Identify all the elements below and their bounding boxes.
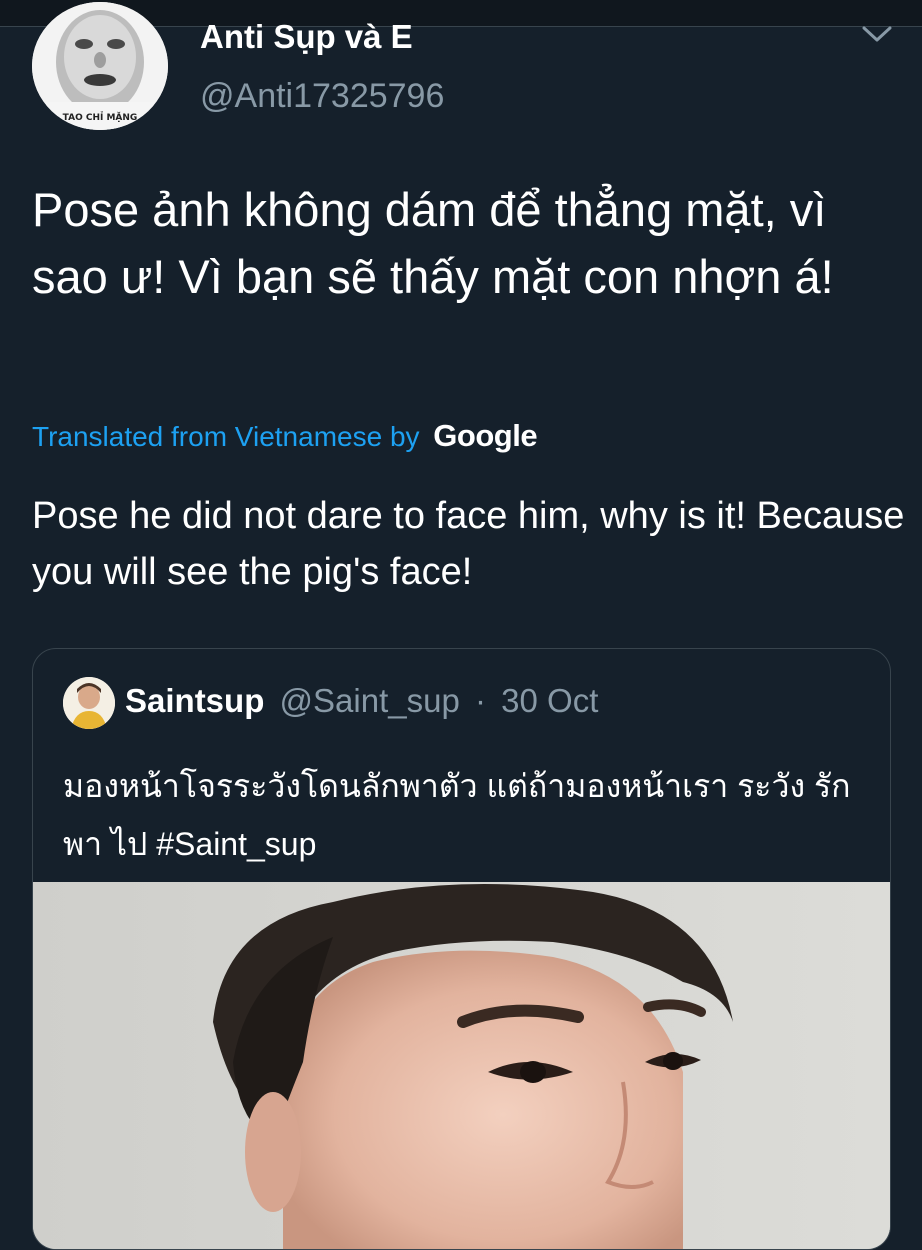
chevron-down-icon[interactable] [860,22,894,46]
tweet-text: Pose ảnh không dám để thẳng mặt, vì sao … [32,183,834,303]
google-logo: Google [433,418,538,453]
separator-dot: · [474,682,486,719]
author-avatar[interactable]: TAO CHỈ MẶNG [32,2,168,130]
quoted-tweet-date[interactable]: 30 Oct [501,682,598,719]
avatar-caption: TAO CHỈ MẶNG [63,111,138,123]
quoted-tweet-photo[interactable] [33,882,890,1249]
quoted-author-name[interactable]: Saintsup [125,682,264,719]
quoted-author-avatar [63,677,115,729]
translation-attribution: Translated from Vietnamese by Google [32,418,538,454]
author-name[interactable]: Anti Sụp và E [200,18,413,56]
translated-from-label[interactable]: Translated from Vietnamese by [32,421,420,452]
quoted-tweet-text: มองหน้าโจรระวังโดนลักพาตัว แต่ถ้ามองหน้า… [63,768,851,862]
quoted-author-handle[interactable]: @Saint_sup [280,682,460,719]
quoted-tweet-header: Saintsup @Saint_sup · 30 Oct [125,682,598,720]
author-handle[interactable]: @Anti17325796 [200,77,444,116]
quoted-tweet-card[interactable]: Saintsup @Saint_sup · 30 Oct มองหน้าโจรร… [32,648,891,1250]
translation-text: Pose he did not dare to face him, why is… [32,495,905,593]
tweet[interactable]: TAO CHỈ MẶNG Anti Sụp và E @Anti17325796… [0,0,922,1250]
